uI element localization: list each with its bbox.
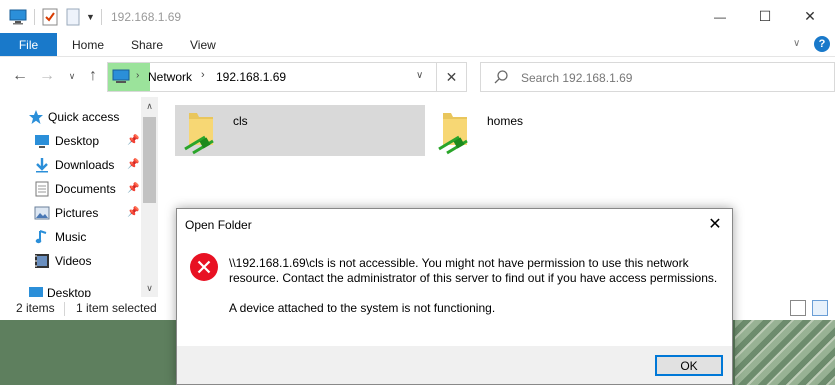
error-message: \\192.168.1.69\cls is not accessible. Yo… <box>229 256 718 285</box>
pin-icon[interactable]: 📌 <box>127 159 139 171</box>
large-icons-view-icon[interactable] <box>812 300 828 316</box>
forward-arrow-icon[interactable]: → <box>37 66 57 86</box>
search-input[interactable]: Search 192.168.1.69 <box>521 71 632 85</box>
pin-icon[interactable]: 📌 <box>127 135 139 147</box>
folder-name: homes <box>487 114 524 128</box>
status-separator <box>64 302 65 316</box>
breadcrumb-host[interactable]: 192.168.1.69 <box>216 70 286 84</box>
dialog-title: Open Folder <box>185 218 252 232</box>
maximize-button[interactable]: ☐ <box>742 0 788 33</box>
error-detail: A device attached to the system is not f… <box>229 301 496 315</box>
recent-locations-chevron-icon[interactable]: ∨ <box>62 66 82 86</box>
tab-view[interactable]: View <box>190 38 216 52</box>
desktop-icon <box>28 285 44 297</box>
expand-ribbon-chevron-icon[interactable]: ∨ <box>793 38 800 49</box>
title-separator <box>34 9 35 25</box>
help-icon[interactable]: ? <box>814 36 830 52</box>
window-title: 192.168.1.69 <box>111 10 182 24</box>
sidebar-item-desktop[interactable]: Desktop 📌 <box>0 130 141 152</box>
scroll-down-chevron-icon[interactable]: ∨ <box>141 281 158 295</box>
sidebar-item-downloads[interactable]: Downloads 📌 <box>0 154 141 176</box>
music-icon <box>34 229 50 245</box>
folder-item-cls[interactable]: cls <box>175 105 425 156</box>
sidebar-item-pictures[interactable]: Pictures 📌 <box>0 202 141 224</box>
open-folder-dialog: Open Folder ✕ \\192.168.1.69\cls is not … <box>176 208 733 385</box>
computer-icon[interactable] <box>9 8 27 26</box>
scroll-up-chevron-icon[interactable]: ∧ <box>141 99 158 113</box>
sidebar-item-label: Desktop <box>55 134 100 148</box>
pin-icon[interactable]: 📌 <box>127 207 139 219</box>
customize-toolbar-icon[interactable]: ▼ <box>86 8 95 26</box>
sidebar-item-label: Pictures <box>55 206 99 220</box>
network-folder-icon <box>183 109 223 155</box>
sidebar-item-quick-access[interactable]: Quick access <box>0 106 141 128</box>
download-icon <box>34 157 50 173</box>
clear-address-icon[interactable]: ✕ <box>436 63 466 91</box>
network-icon <box>112 69 130 88</box>
details-view-icon[interactable] <box>790 300 806 316</box>
properties-icon[interactable] <box>42 8 58 26</box>
network-folder-icon <box>437 109 477 155</box>
error-icon <box>189 252 219 282</box>
item-count: 2 items <box>16 301 55 315</box>
search-icon <box>493 69 509 85</box>
sidebar-scrollbar[interactable]: ∧ ∨ <box>141 97 158 297</box>
sidebar-item-label: Downloads <box>55 158 115 172</box>
sidebar-item-music[interactable]: Music <box>0 226 141 248</box>
sidebar-item-label: Videos <box>55 254 92 268</box>
sidebar-item-videos[interactable]: Videos <box>0 250 141 272</box>
pin-icon[interactable]: 📌 <box>127 183 139 195</box>
desktop-icon <box>34 133 50 149</box>
address-bar[interactable]: › Network › 192.168.1.69 ∨ ✕ <box>107 62 467 92</box>
tab-home[interactable]: Home <box>72 38 104 52</box>
pictures-icon <box>34 205 50 221</box>
search-box[interactable]: Search 192.168.1.69 <box>480 62 835 92</box>
sidebar-item-label: Desktop <box>47 286 92 297</box>
sidebar-item-label: Music <box>55 230 87 244</box>
title-bar: ▼ 192.168.1.69 — ☐ ✕ <box>0 0 835 33</box>
selection-count: 1 item selected <box>76 301 157 315</box>
folder-item-homes[interactable]: homes <box>429 105 679 156</box>
sidebar-item-documents[interactable]: Documents 📌 <box>0 178 141 200</box>
document-icon <box>34 181 50 197</box>
tab-file[interactable]: File <box>0 33 57 56</box>
title-separator <box>101 9 102 25</box>
navigation-bar: ← → ∨ ↑ › Network › 192.168.1.69 ∨ ✕ Sea… <box>0 57 835 97</box>
tab-share[interactable]: Share <box>131 38 163 52</box>
back-arrow-icon[interactable]: ← <box>10 66 30 86</box>
video-icon <box>34 253 50 269</box>
desktop-background-pattern <box>735 320 835 385</box>
ok-button[interactable]: OK <box>655 355 723 376</box>
up-arrow-icon[interactable]: ↑ <box>83 66 103 86</box>
sidebar-item-label: Quick access <box>48 110 120 124</box>
breadcrumb-network[interactable]: Network <box>148 70 192 84</box>
ribbon: File Home Share View ∨ ? <box>0 33 835 57</box>
navigation-pane: Quick access Desktop 📌 Downloads 📌 Docum… <box>0 97 158 297</box>
sidebar-item-desktop[interactable]: Desktop <box>0 282 141 297</box>
breadcrumb-chevron-icon[interactable]: › <box>201 69 205 81</box>
breadcrumb-chevron-icon[interactable]: › <box>136 70 139 81</box>
dialog-close-icon[interactable]: ✕ <box>698 209 732 239</box>
scrollbar-thumb[interactable] <box>143 117 156 203</box>
sidebar-item-label: Documents <box>55 182 116 196</box>
close-button[interactable]: ✕ <box>787 0 833 33</box>
folder-name: cls <box>233 114 248 128</box>
new-folder-icon[interactable] <box>66 8 80 26</box>
star-icon <box>28 109 44 125</box>
dialog-footer: OK <box>177 346 732 384</box>
minimize-button[interactable]: — <box>697 0 743 33</box>
address-dropdown-chevron-icon[interactable]: ∨ <box>416 70 423 81</box>
